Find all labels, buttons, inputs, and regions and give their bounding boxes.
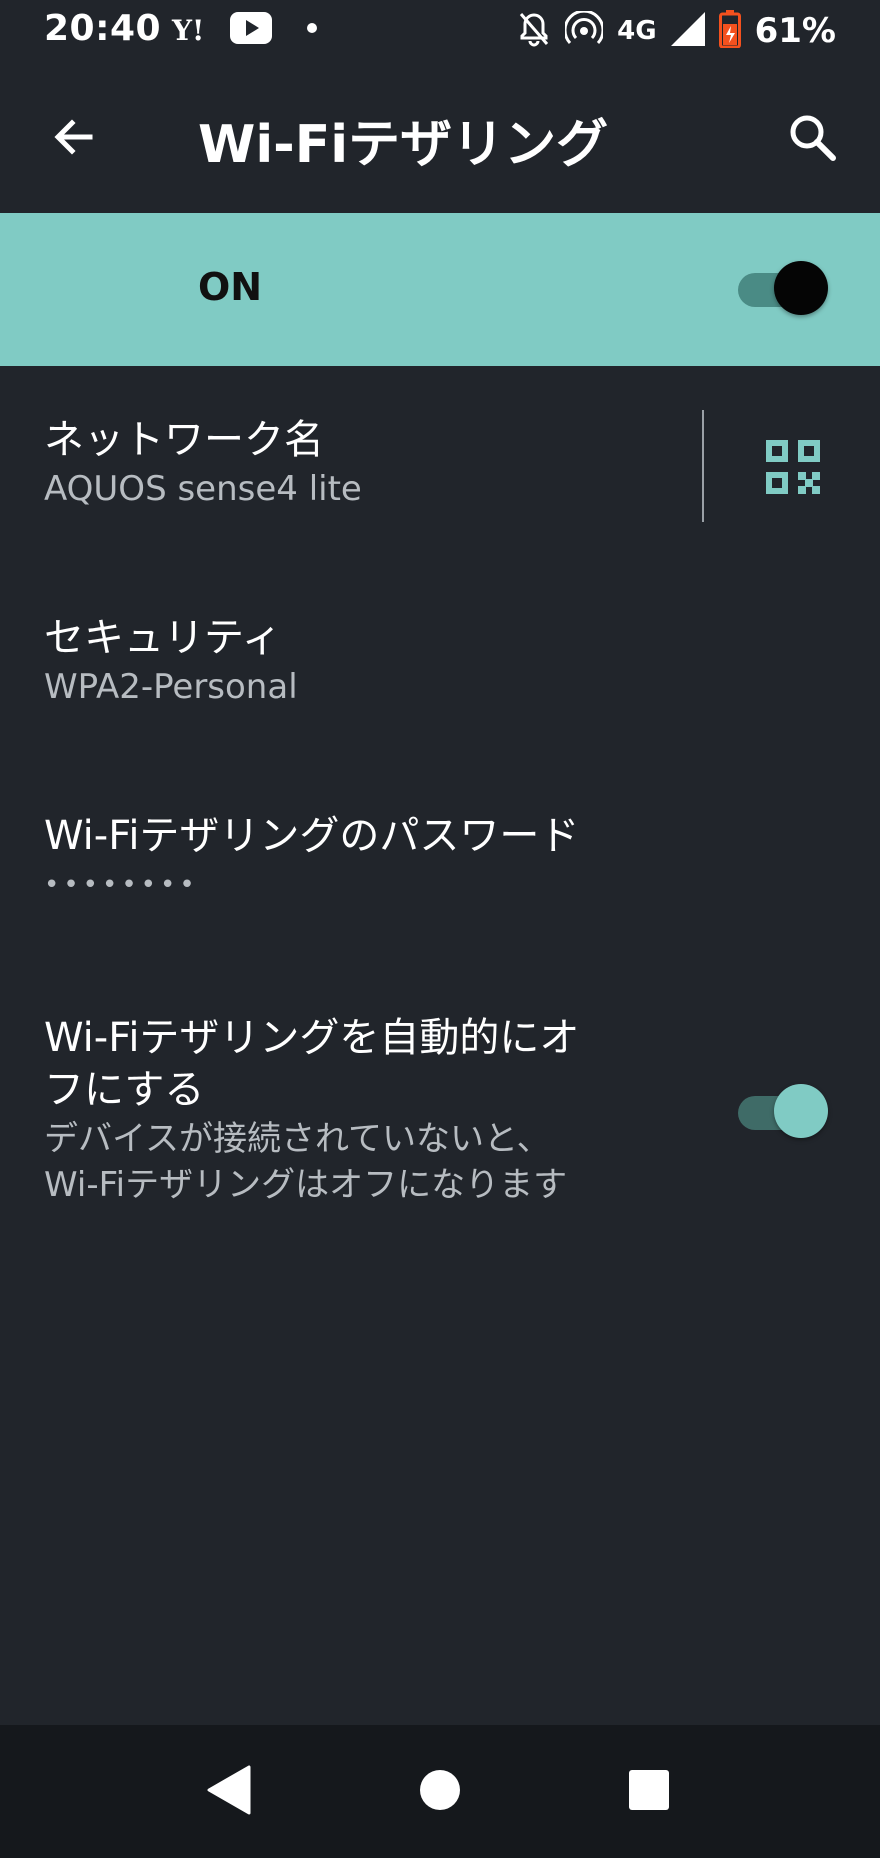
arrow-back-icon [54, 119, 93, 155]
hotspot-icon [563, 9, 605, 51]
page-title: Wi-Fiテザリング [198, 115, 609, 175]
auto-off-summary-line1: デバイスが接続されていないと、 [44, 1119, 551, 1159]
password-summary: •••••••• [44, 870, 199, 900]
search-button[interactable] [782, 107, 842, 167]
password-preference[interactable]: Wi-Fiテザリングのパスワード •••••••• [44, 810, 684, 908]
signal-icon [670, 12, 705, 50]
auto-off-preference[interactable]: Wi-Fiテザリングを自動的にオ フにする デバイスが接続されていないと、 Wi… [44, 1012, 684, 1208]
security-preference[interactable]: セキュリティ WPA2-Personal [44, 612, 684, 710]
battery-percent: 61% [754, 11, 836, 51]
status-bar: 20:40 Y! 4G 61% [0, 0, 880, 62]
circle-home-icon [420, 1770, 460, 1810]
auto-off-toggle[interactable] [738, 1084, 828, 1138]
vertical-divider [702, 410, 704, 522]
dot-icon [306, 22, 318, 34]
qr-code-button[interactable] [766, 440, 820, 494]
battery-icon [718, 10, 741, 52]
toggle-thumb [774, 261, 828, 315]
master-toggle[interactable] [738, 261, 828, 315]
toggle-thumb [774, 1084, 828, 1138]
app-bar: Wi-Fiテザリング [0, 62, 880, 212]
search-icon [790, 115, 836, 161]
qr-code-icon [766, 440, 820, 494]
master-switch-bar[interactable]: ON [0, 213, 880, 366]
notifications-off-icon [517, 11, 551, 51]
triangle-back-icon [207, 1765, 251, 1815]
nav-home-button[interactable] [405, 1755, 475, 1825]
auto-off-title-line1: Wi-Fiテザリングを自動的にオ [44, 1015, 580, 1061]
security-summary: WPA2-Personal [44, 667, 298, 707]
security-title: セキュリティ [44, 615, 282, 661]
network-type-label: 4G [617, 16, 657, 46]
navigation-bar [0, 1725, 880, 1858]
network-name-title: ネットワーク名 [44, 417, 324, 463]
password-title: Wi-Fiテザリングのパスワード [44, 813, 580, 859]
status-time: 20:40 [44, 8, 162, 49]
master-switch-label: ON [198, 265, 263, 309]
network-name-preference[interactable]: ネットワーク名 AQUOS sense4 lite [44, 414, 684, 512]
square-recents-icon [629, 1770, 669, 1810]
auto-off-title-line2: フにする [44, 1067, 205, 1113]
back-button[interactable] [44, 107, 104, 167]
nav-back-button[interactable] [193, 1755, 263, 1825]
nav-recents-button[interactable] [614, 1755, 684, 1825]
youtube-icon [230, 12, 272, 44]
auto-off-summary-line2: Wi-Fiテザリングはオフになります [44, 1165, 568, 1205]
yahoo-icon: Y! [172, 14, 205, 47]
network-name-summary: AQUOS sense4 lite [44, 469, 362, 509]
